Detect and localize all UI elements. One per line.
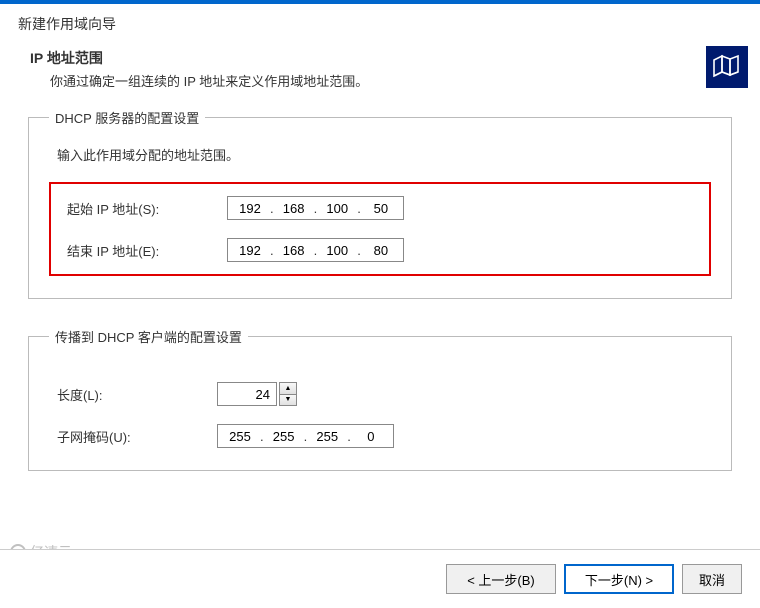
length-spin-up[interactable]: ▲ (280, 383, 296, 395)
start-ip-label: 起始 IP 地址(S): (67, 199, 227, 218)
ip-range-highlight: 起始 IP 地址(S): . . . 结束 IP 地址(E): . . (49, 182, 711, 276)
end-ip-octet-2[interactable] (276, 243, 312, 258)
start-ip-octet-3[interactable] (319, 201, 355, 216)
wizard-footer: < 上一步(B) 下一步(N) > 取消 (0, 549, 760, 608)
end-ip-octet-4[interactable] (363, 243, 399, 258)
mask-octet-2[interactable] (266, 429, 302, 444)
mask-octet-4[interactable] (353, 429, 389, 444)
next-button[interactable]: 下一步(N) > (564, 564, 674, 594)
length-label: 长度(L): (57, 385, 217, 404)
start-ip-octet-4[interactable] (363, 201, 399, 216)
end-ip-octet-1[interactable] (232, 243, 268, 258)
end-ip-octet-3[interactable] (319, 243, 355, 258)
length-input[interactable] (217, 382, 277, 406)
end-ip-input[interactable]: . . . (227, 238, 404, 262)
page-subheading: 你通过确定一组连续的 IP 地址来定义作用域地址范围。 (30, 71, 760, 90)
mask-label: 子网掩码(U): (57, 427, 217, 446)
dhcp-server-config-group: DHCP 服务器的配置设置 输入此作用域分配的地址范围。 起始 IP 地址(S)… (28, 108, 732, 299)
dhcp-client-config-group: 传播到 DHCP 客户端的配置设置 长度(L): ▲ ▼ 子网掩码(U): . … (28, 327, 732, 471)
wizard-header: IP 地址范围 你通过确定一组连续的 IP 地址来定义作用域地址范围。 (0, 44, 760, 108)
length-spin-down[interactable]: ▼ (280, 395, 296, 406)
client-group-legend: 传播到 DHCP 客户端的配置设置 (49, 327, 248, 346)
wizard-title: 新建作用域向导 (0, 4, 760, 44)
mask-octet-1[interactable] (222, 429, 258, 444)
mask-octet-3[interactable] (309, 429, 345, 444)
end-ip-label: 结束 IP 地址(E): (67, 241, 227, 260)
dhcp-prompt: 输入此作用域分配的地址范围。 (49, 145, 711, 164)
back-button[interactable]: < 上一步(B) (446, 564, 556, 594)
start-ip-input[interactable]: . . . (227, 196, 404, 220)
dhcp-group-legend: DHCP 服务器的配置设置 (49, 108, 205, 127)
subnet-mask-input[interactable]: . . . (217, 424, 394, 448)
start-ip-octet-1[interactable] (232, 201, 268, 216)
start-ip-octet-2[interactable] (276, 201, 312, 216)
books-icon (706, 46, 748, 88)
cancel-button[interactable]: 取消 (682, 564, 742, 594)
page-heading: IP 地址范围 (30, 48, 760, 68)
